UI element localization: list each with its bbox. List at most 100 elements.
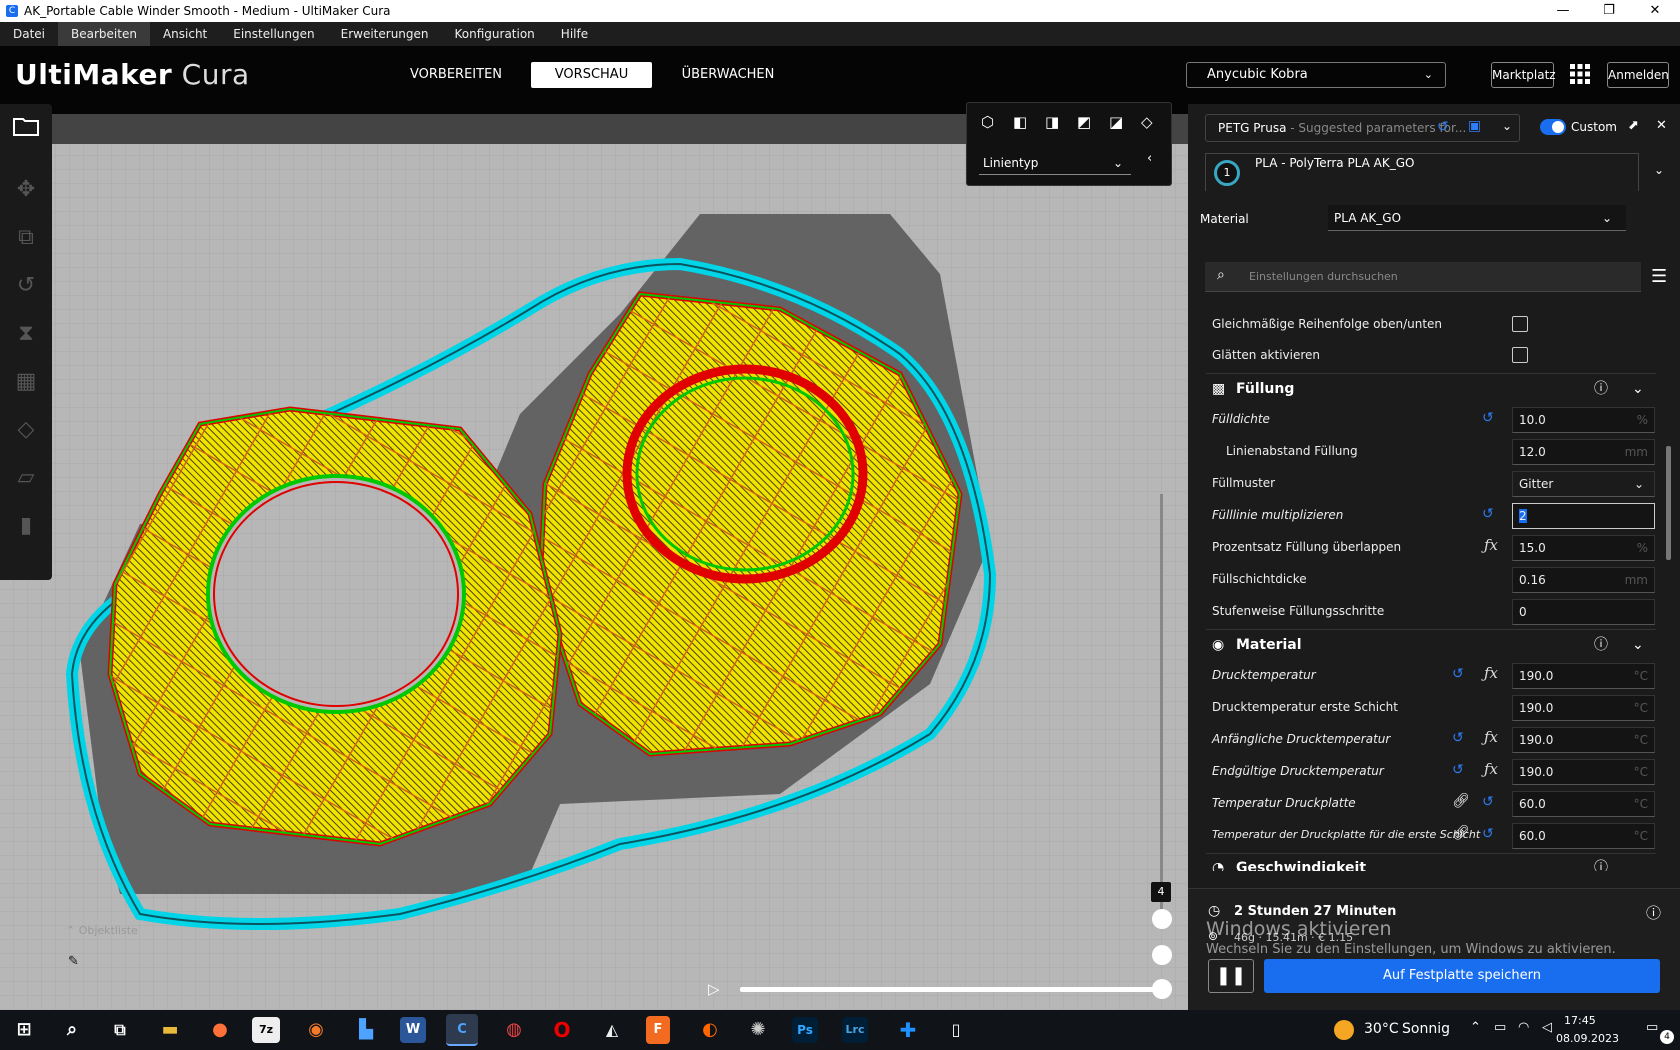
weather-text[interactable]: Sonnig <box>1402 1021 1450 1037</box>
menu-ansicht[interactable]: Ansicht <box>150 22 220 46</box>
color-app-icon[interactable]: ◍ <box>498 1014 530 1046</box>
save-profile-icon[interactable]: ▣ <box>1468 118 1481 134</box>
material-dropdown[interactable]: PLA AK_GO ⌄ <box>1328 205 1626 231</box>
info-icon[interactable]: ⓘ <box>1594 854 1608 871</box>
tab-vorbereiten[interactable]: VORBEREITEN <box>400 62 512 88</box>
reset-icon[interactable]: ↺ <box>1452 730 1464 746</box>
app-icon[interactable]: ▙ <box>350 1014 382 1046</box>
word-icon[interactable]: W <box>400 1017 426 1043</box>
windows-start-icon[interactable]: ⊞ <box>8 1014 40 1046</box>
7zip-icon[interactable]: 7z <box>252 1017 280 1043</box>
view-type-dropdown[interactable]: Linientyp ⌄ <box>979 151 1131 175</box>
photoshop-icon[interactable]: Ps <box>792 1017 818 1043</box>
signin-button[interactable]: Anmelden <box>1607 62 1669 88</box>
chevron-up-icon[interactable]: ⌄ <box>1632 630 1644 660</box>
section-material[interactable]: ◉ Material ⓘ ⌄ <box>1206 629 1656 659</box>
gradual-infill-input[interactable]: 0 <box>1512 599 1655 625</box>
printer-selector[interactable]: Anycubic Kobra ⌄ <box>1186 62 1446 88</box>
infill-overlap-input[interactable]: 15.0% <box>1512 535 1655 561</box>
scale-tool-icon[interactable]: ⧉ <box>10 222 42 254</box>
infill-multiplier-input[interactable]: 2 <box>1512 503 1655 529</box>
tray-chevron-icon[interactable]: ⌃ <box>1470 1020 1481 1035</box>
speaker-icon[interactable]: ◁ <box>1542 1020 1552 1035</box>
info-icon[interactable]: ⓘ <box>1646 902 1661 923</box>
layer-slider-track[interactable] <box>1160 494 1163 914</box>
info-icon[interactable]: ⓘ <box>1594 374 1608 404</box>
blender-icon[interactable]: ◉ <box>300 1014 332 1046</box>
pop-out-icon[interactable]: ⬈ <box>1628 118 1639 133</box>
file-explorer-icon[interactable]: ▬ <box>154 1014 186 1046</box>
network-icon[interactable]: ▭ <box>1494 1020 1506 1035</box>
rotate-tool-icon[interactable]: ↺ <box>10 270 42 302</box>
print-temp-input[interactable]: 190.0 °C <box>1512 663 1655 689</box>
clock-date[interactable]: 08.09.2023 <box>1556 1032 1619 1045</box>
even-top-bottom-checkbox[interactable] <box>1512 316 1528 332</box>
collapse-panel-icon[interactable]: ‹ <box>1147 151 1152 166</box>
formula-icon[interactable]: ƒx <box>1484 760 1498 778</box>
section-speed[interactable]: ◔ Geschwindigkeit ⓘ <box>1206 853 1656 871</box>
notification-icon[interactable]: ▭ <box>1646 1020 1658 1035</box>
inkscape-icon[interactable]: ◭ <box>596 1014 628 1046</box>
section-infill[interactable]: ▩ Füllung ⓘ ⌄ <box>1206 373 1656 403</box>
menu-bearbeiten[interactable]: Bearbeiten <box>58 22 150 46</box>
extruder-chevron-icon[interactable]: ⌄ <box>1654 163 1664 177</box>
weather-temp[interactable]: 30°C <box>1364 1021 1399 1037</box>
prusa-slicer-icon[interactable]: ◐ <box>694 1014 726 1046</box>
menu-erweiterungen[interactable]: Erweiterungen <box>328 22 442 46</box>
document-icon[interactable]: ▯ <box>940 1014 972 1046</box>
settings-menu-icon[interactable]: ☰ <box>1651 266 1667 287</box>
search-icon[interactable]: ⌕ <box>56 1014 88 1046</box>
profile-chevron-icon[interactable]: ⌄ <box>1502 119 1512 133</box>
link-icon[interactable]: 🔗︎ <box>1452 825 1470 841</box>
open-file-folder-icon[interactable] <box>10 110 42 142</box>
x-ray-view-icon[interactable]: ◇ <box>1141 113 1153 131</box>
reset-icon[interactable]: ↺ <box>1452 666 1464 682</box>
bed-temp-input[interactable]: 60.0 °C <box>1512 791 1655 817</box>
final-print-temp-input[interactable]: 190.0 °C <box>1512 759 1655 785</box>
link-icon[interactable]: 🔗︎ <box>1452 793 1470 809</box>
print-temp-first-layer-input[interactable]: 190.0 °C <box>1512 695 1655 721</box>
custom-toggle[interactable] <box>1540 119 1566 135</box>
left-view-icon[interactable]: ◩ <box>1077 113 1091 131</box>
restore-button[interactable]: ❐ <box>1586 0 1632 22</box>
support-blocker-icon[interactable]: ◇ <box>10 414 42 446</box>
object-list-toggle[interactable]: ⌃ Objektliste <box>66 924 138 937</box>
formula-icon[interactable]: ƒx <box>1484 536 1498 554</box>
fusion-icon[interactable]: F <box>646 1016 670 1044</box>
mirror-tool-icon[interactable]: ⧗ <box>10 318 42 350</box>
menu-einstellungen[interactable]: Einstellungen <box>220 22 327 46</box>
close-window-button[interactable]: ✕ <box>1632 0 1678 22</box>
minimize-button[interactable]: — <box>1540 0 1586 22</box>
3d-view-icon[interactable]: ⬡ <box>981 113 994 131</box>
pause-slicing-button[interactable]: ❚❚ <box>1208 959 1254 993</box>
ironing-checkbox[interactable] <box>1512 347 1528 363</box>
save-to-disk-button[interactable]: Auf Festplatte speichern <box>1264 959 1660 993</box>
infill-density-input[interactable]: 10.0% <box>1512 407 1655 433</box>
cura-taskbar-icon[interactable]: C <box>446 1014 478 1046</box>
infill-layer-thickness-input[interactable]: 0.16 mm <box>1512 567 1655 593</box>
move-tool-icon[interactable]: ✥ <box>10 174 42 206</box>
marketplace-button[interactable]: Marktplatz <box>1491 62 1556 88</box>
measure-tool-icon[interactable]: ▱ <box>10 462 42 494</box>
formula-icon[interactable]: ƒx <box>1484 664 1498 682</box>
cylinder-tool-icon[interactable]: ▮ <box>10 510 42 542</box>
infill-pattern-dropdown[interactable]: Gitter ⌄ <box>1512 471 1655 497</box>
reset-profile-icon[interactable]: ↺ <box>1437 119 1449 135</box>
formula-icon[interactable]: ƒx <box>1484 728 1498 746</box>
layer-slider-top-handle[interactable] <box>1152 909 1172 929</box>
bed-temp-first-layer-input[interactable]: 60.0 °C <box>1512 823 1655 849</box>
layer-slider-bottom-handle[interactable] <box>1152 945 1172 965</box>
reset-icon[interactable]: ↺ <box>1452 762 1464 778</box>
menu-konfiguration[interactable]: Konfiguration <box>442 22 548 46</box>
initial-print-temp-input[interactable]: 190.0 °C <box>1512 727 1655 753</box>
opera-icon[interactable]: O <box>546 1014 578 1046</box>
firefox-icon[interactable]: ● <box>204 1014 236 1046</box>
apps-grid-icon[interactable] <box>1569 63 1591 85</box>
pencil-icon[interactable]: ✎ <box>68 954 79 969</box>
right-view-icon[interactable]: ◪ <box>1109 113 1123 131</box>
settings-search[interactable]: ⌕ Einstellungen durchsuchen <box>1205 262 1641 292</box>
play-simulation-icon[interactable]: ▷ <box>708 980 726 998</box>
chatgpt-icon[interactable]: ✺ <box>742 1014 774 1046</box>
front-view-icon[interactable]: ◧ <box>1013 113 1027 131</box>
task-view-icon[interactable]: ⧉ <box>104 1014 136 1046</box>
